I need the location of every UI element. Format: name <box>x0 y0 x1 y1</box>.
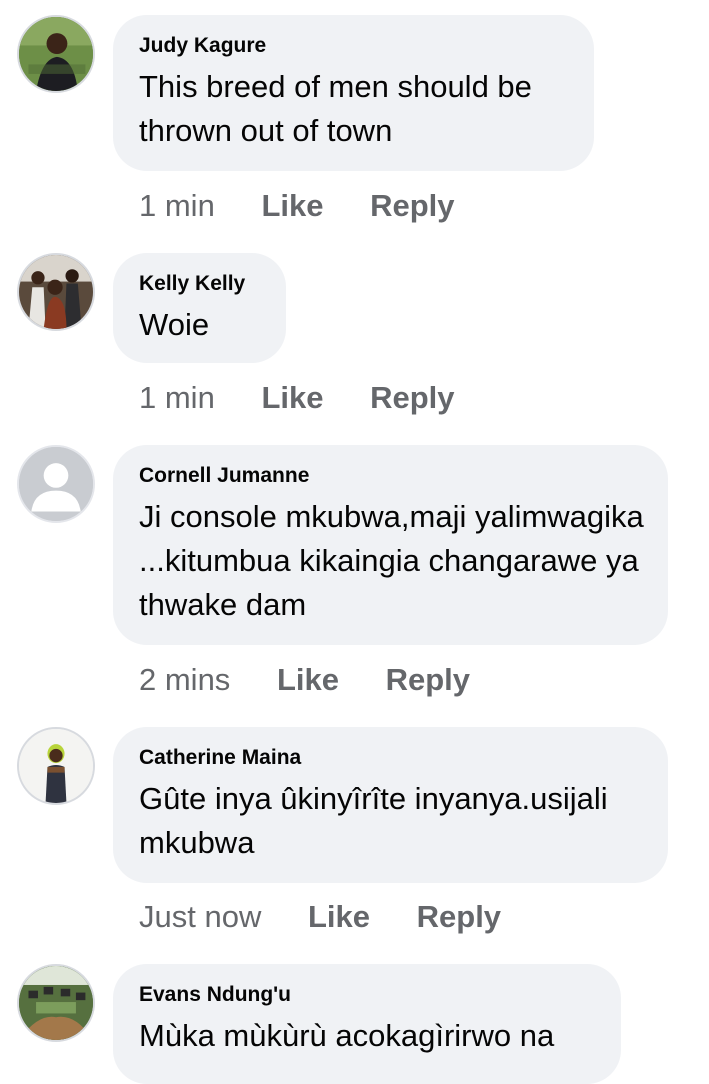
like-button[interactable]: Like <box>261 378 323 418</box>
comment-bubble: Judy Kagure This breed of men should be … <box>113 15 594 171</box>
avatar[interactable] <box>17 253 95 331</box>
comment-author[interactable]: Catherine Maina <box>139 745 642 771</box>
comment-text: Gûte inya ûkinyîrîte inyanya.usijali mku… <box>139 781 608 860</box>
comment-bubble: Kelly Kelly Woie <box>113 253 286 363</box>
comment-text: Mùka mùkùrù acokagìrirwo na <box>139 1018 555 1053</box>
reply-button[interactable]: Reply <box>386 660 470 700</box>
profile-photo-icon <box>19 255 93 329</box>
comment-author[interactable]: Cornell Jumanne <box>139 463 642 489</box>
comment-bubble: Evans Ndung'u Mùka mùkùrù acokagìrirwo n… <box>113 964 621 1084</box>
comment-text: This breed of men should be thrown out o… <box>139 69 532 148</box>
comment-actions: Just now Like Reply <box>139 897 501 937</box>
like-button[interactable]: Like <box>261 186 323 226</box>
avatar[interactable] <box>17 15 95 93</box>
profile-photo-icon <box>19 966 93 1040</box>
comment-timestamp[interactable]: Just now <box>139 897 261 937</box>
profile-photo-icon <box>19 17 93 91</box>
comment-text: Woie <box>139 307 210 342</box>
comment-timestamp[interactable]: 1 min <box>139 186 215 226</box>
comment-bubble: Cornell Jumanne Ji console mkubwa,maji y… <box>113 445 668 645</box>
avatar[interactable] <box>17 727 95 805</box>
reply-button[interactable]: Reply <box>370 186 454 226</box>
comment-author[interactable]: Kelly Kelly <box>139 271 260 297</box>
profile-photo-icon <box>19 729 93 803</box>
comment-actions: 1 min Like Reply <box>139 378 455 418</box>
comment-author[interactable]: Evans Ndung'u <box>139 982 595 1008</box>
avatar[interactable] <box>17 445 95 523</box>
like-button[interactable]: Like <box>308 897 370 937</box>
comment-actions: 1 min Like Reply <box>139 186 455 226</box>
comment-text: Ji console mkubwa,maji yalimwagika ...ki… <box>139 499 644 622</box>
like-button[interactable]: Like <box>277 660 339 700</box>
default-user-icon <box>19 447 93 521</box>
comment-actions: 2 mins Like Reply <box>139 660 470 700</box>
comment-timestamp[interactable]: 2 mins <box>139 660 230 700</box>
comment-bubble: Catherine Maina Gûte inya ûkinyîrîte iny… <box>113 727 668 883</box>
reply-button[interactable]: Reply <box>370 378 454 418</box>
avatar[interactable] <box>17 964 95 1042</box>
comment-timestamp[interactable]: 1 min <box>139 378 215 418</box>
reply-button[interactable]: Reply <box>417 897 501 937</box>
comment-author[interactable]: Judy Kagure <box>139 33 568 59</box>
